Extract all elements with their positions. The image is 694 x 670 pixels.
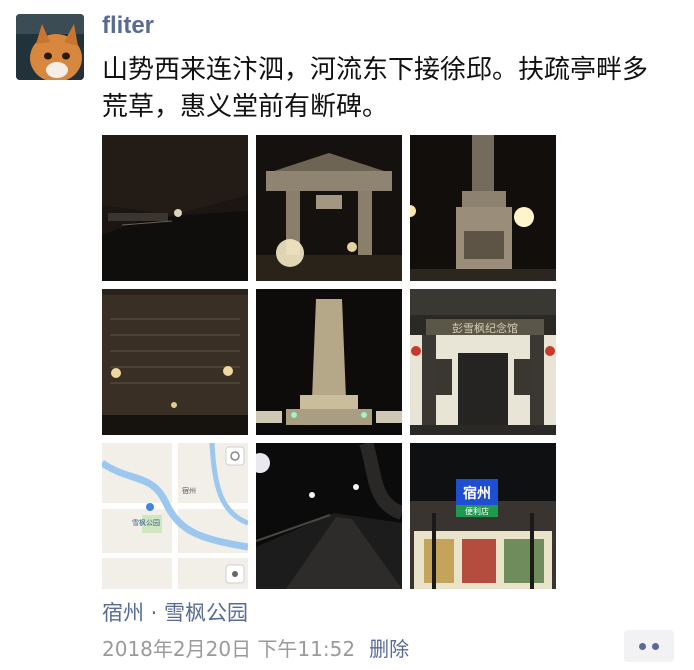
more-dots-icon[interactable]: [624, 630, 674, 662]
photo-thumb-convenience-store[interactable]: 宿州 便利店: [410, 443, 556, 589]
post-text: 山势西来连汴泗，河流东下接徐邱。扶疏亭畔多荒草，惠义堂前有断碑。: [102, 55, 649, 122]
photo-thumb-map[interactable]: 雪枫公园 宿州: [102, 443, 248, 589]
author-name[interactable]: fliter: [102, 12, 154, 40]
photo-grid: 彭雪枫纪念馆 雪枫公园 宿州 宿州 便利店: [102, 135, 556, 589]
photo-thumb-memorial-hall[interactable]: 彭雪枫纪念馆: [410, 289, 556, 435]
svg-text:便利店: 便利店: [465, 506, 489, 516]
dot-icon: [652, 643, 659, 650]
post-meta: 2018年2月20日 下午11:52 删除: [102, 633, 409, 662]
photo-thumb-night-river[interactable]: [102, 135, 248, 281]
cat-avatar-image: [16, 14, 84, 80]
svg-text:宿州: 宿州: [182, 486, 196, 495]
timestamp: 2018年2月20日 下午11:52: [102, 637, 356, 661]
photo-thumb-night-road[interactable]: [256, 443, 402, 589]
delete-link[interactable]: 删除: [369, 637, 409, 661]
svg-text:雪枫公园: 雪枫公园: [132, 518, 160, 527]
dot-icon: [639, 643, 646, 650]
photo-thumb-memorial-gate[interactable]: [256, 135, 402, 281]
location-link[interactable]: 宿州 · 雪枫公园: [102, 597, 248, 627]
svg-text:宿州: 宿州: [463, 485, 491, 502]
svg-text:彭雪枫纪念馆: 彭雪枫纪念馆: [452, 321, 518, 335]
photo-thumb-statue[interactable]: [410, 135, 556, 281]
avatar[interactable]: [16, 14, 84, 80]
photo-thumb-obelisk[interactable]: [256, 289, 402, 435]
photo-thumb-stone-tablet[interactable]: [102, 289, 248, 435]
